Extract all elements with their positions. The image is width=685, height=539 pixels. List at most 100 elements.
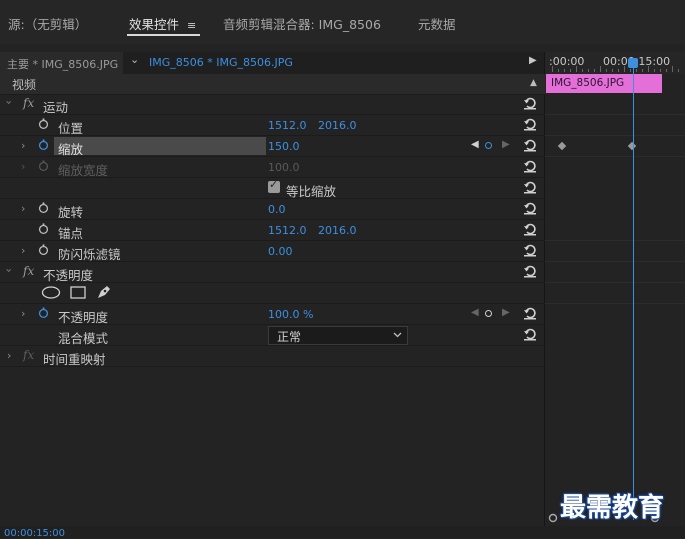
- expand-chevron-icon[interactable]: ›: [3, 100, 16, 104]
- timeline-row-divider: [545, 135, 685, 136]
- timeline-row-divider: [545, 114, 685, 115]
- ruler-tick: [678, 69, 679, 72]
- uniform-scale-label: 等比缩放: [286, 184, 337, 199]
- rotation-label: 旋转: [58, 205, 84, 220]
- scale-width-value: 100.0: [268, 161, 300, 174]
- expand-chevron-icon[interactable]: ›: [21, 139, 25, 152]
- motion-label: 运动: [43, 100, 69, 115]
- ruler-tick: [654, 69, 655, 72]
- reset-icon[interactable]: [523, 180, 537, 194]
- reset-icon[interactable]: [523, 138, 537, 152]
- anchor-x-value[interactable]: 1512.0: [268, 224, 307, 237]
- motion-effect-row[interactable]: › fx 运动: [0, 94, 545, 115]
- next-keyframe-icon[interactable]: ▶: [502, 307, 510, 318]
- time-remap-row[interactable]: › fx 时间重映射: [0, 346, 545, 367]
- add-keyframe-icon[interactable]: [485, 310, 492, 317]
- stopwatch-icon[interactable]: [38, 223, 49, 234]
- tab-audio-clip-mixer[interactable]: 音频剪辑混合器: IMG_8506: [223, 14, 381, 33]
- ruler-tick: [570, 69, 571, 72]
- stopwatch-icon[interactable]: [38, 202, 49, 213]
- position-label: 位置: [58, 121, 84, 136]
- stopwatch-icon[interactable]: [38, 118, 49, 129]
- master-clip-label[interactable]: 主要 * IMG_8506.JPG: [7, 56, 118, 72]
- scale-value[interactable]: 150.0: [268, 140, 300, 153]
- blend-mode-dropdown[interactable]: 正常: [268, 326, 408, 345]
- tab-metadata[interactable]: 元数据: [418, 14, 456, 33]
- timeline-ruler[interactable]: :00:00 00:00:15:00: [545, 52, 685, 74]
- reset-icon[interactable]: [523, 243, 537, 257]
- blend-mode-value: 正常: [277, 330, 302, 344]
- ruler-start-time: :00:00: [549, 55, 585, 68]
- fx-badge-icon[interactable]: fx: [23, 264, 34, 278]
- ellipse-mask-icon[interactable]: [41, 286, 61, 299]
- uniform-scale-row: ✓ 等比缩放: [0, 178, 545, 199]
- anti-flicker-param-row: › 防闪烁滤镜 0.00: [0, 241, 545, 262]
- ruler-tick: [594, 69, 595, 72]
- expand-chevron-icon[interactable]: ›: [21, 202, 25, 215]
- tab-effect-controls[interactable]: 效果控件 ≡: [129, 14, 196, 33]
- scroll-up-icon[interactable]: ▲: [530, 78, 537, 88]
- active-tab-indicator: [127, 34, 200, 36]
- rectangle-mask-icon[interactable]: [70, 286, 86, 299]
- expand-chevron-icon[interactable]: ›: [7, 349, 11, 362]
- opacity-effect-row[interactable]: › fx 不透明度: [0, 262, 545, 283]
- rotation-value[interactable]: 0.0: [268, 203, 286, 216]
- timeline-clip[interactable]: IMG_8506.JPG: [546, 74, 662, 93]
- expand-chevron-icon[interactable]: ›: [3, 268, 16, 272]
- ruler-tick: [582, 69, 583, 72]
- clip-selector-bar: 主要 * IMG_8506.JPG ⌄ IMG_8506 * IMG_8506.…: [0, 52, 545, 74]
- uniform-scale-checkbox[interactable]: ✓: [268, 178, 280, 193]
- play-icon[interactable]: ▶: [529, 55, 537, 66]
- ruler-tick: [642, 69, 643, 72]
- opacity-value[interactable]: 100.0 %: [268, 308, 313, 321]
- opacity-param-row: › 不透明度 100.0 % ◀ ▶: [0, 304, 545, 325]
- expand-chevron-icon[interactable]: ›: [21, 307, 25, 320]
- video-section-label: 视频: [12, 78, 37, 92]
- ruler-tick: [552, 66, 553, 72]
- reset-icon[interactable]: [523, 159, 537, 173]
- expand-chevron-icon[interactable]: ›: [21, 244, 25, 257]
- position-x-value[interactable]: 1512.0: [268, 119, 307, 132]
- chevron-down-icon[interactable]: ⌄: [130, 53, 139, 66]
- mini-timeline[interactable]: [545, 52, 685, 538]
- add-keyframe-icon[interactable]: [485, 142, 492, 149]
- anti-flicker-value[interactable]: 0.00: [268, 245, 293, 258]
- tab-source[interactable]: 源:（无剪辑）: [8, 14, 87, 33]
- ruler-tick: [612, 69, 613, 72]
- position-y-value[interactable]: 2016.0: [318, 119, 357, 132]
- panel-menu-icon[interactable]: ≡: [187, 19, 196, 32]
- current-timecode[interactable]: 00:00:15:00: [4, 528, 65, 539]
- zoom-out-handle-icon[interactable]: [548, 513, 558, 523]
- reset-icon[interactable]: [523, 327, 537, 341]
- prev-keyframe-icon[interactable]: ◀: [471, 307, 479, 318]
- sequence-clip-label[interactable]: IMG_8506 * IMG_8506.JPG: [149, 56, 293, 69]
- ruler-tick: [576, 66, 577, 72]
- anti-flicker-label: 防闪烁滤镜: [58, 247, 121, 262]
- ruler-tick: [600, 66, 601, 72]
- playhead-line[interactable]: [633, 62, 634, 520]
- mask-tools-row: [0, 283, 545, 304]
- scale-width-label: 缩放宽度: [58, 163, 109, 178]
- stopwatch-active-icon[interactable]: [38, 307, 49, 318]
- reset-icon[interactable]: [523, 222, 537, 236]
- stopwatch-active-icon[interactable]: [38, 139, 49, 150]
- reset-icon[interactable]: [523, 201, 537, 215]
- next-keyframe-icon[interactable]: ▶: [502, 139, 510, 150]
- opacity-group-label: 不透明度: [43, 268, 94, 283]
- reset-icon[interactable]: [523, 264, 537, 278]
- fx-badge-icon[interactable]: fx: [23, 348, 34, 362]
- ruler-tick: [630, 69, 631, 72]
- blend-mode-label: 混合模式: [58, 331, 109, 346]
- anchor-label: 锚点: [58, 226, 84, 241]
- reset-icon[interactable]: [523, 96, 537, 110]
- chevron-down-icon: [393, 332, 402, 338]
- playhead-handle[interactable]: [628, 58, 638, 68]
- fx-badge-icon[interactable]: fx: [23, 96, 34, 110]
- pen-mask-icon[interactable]: [96, 285, 112, 300]
- anchor-y-value[interactable]: 2016.0: [318, 224, 357, 237]
- reset-icon[interactable]: [523, 306, 537, 320]
- ruler-tick: [660, 69, 661, 72]
- prev-keyframe-icon[interactable]: ◀: [471, 139, 479, 150]
- reset-icon[interactable]: [523, 117, 537, 131]
- stopwatch-icon[interactable]: [38, 244, 49, 255]
